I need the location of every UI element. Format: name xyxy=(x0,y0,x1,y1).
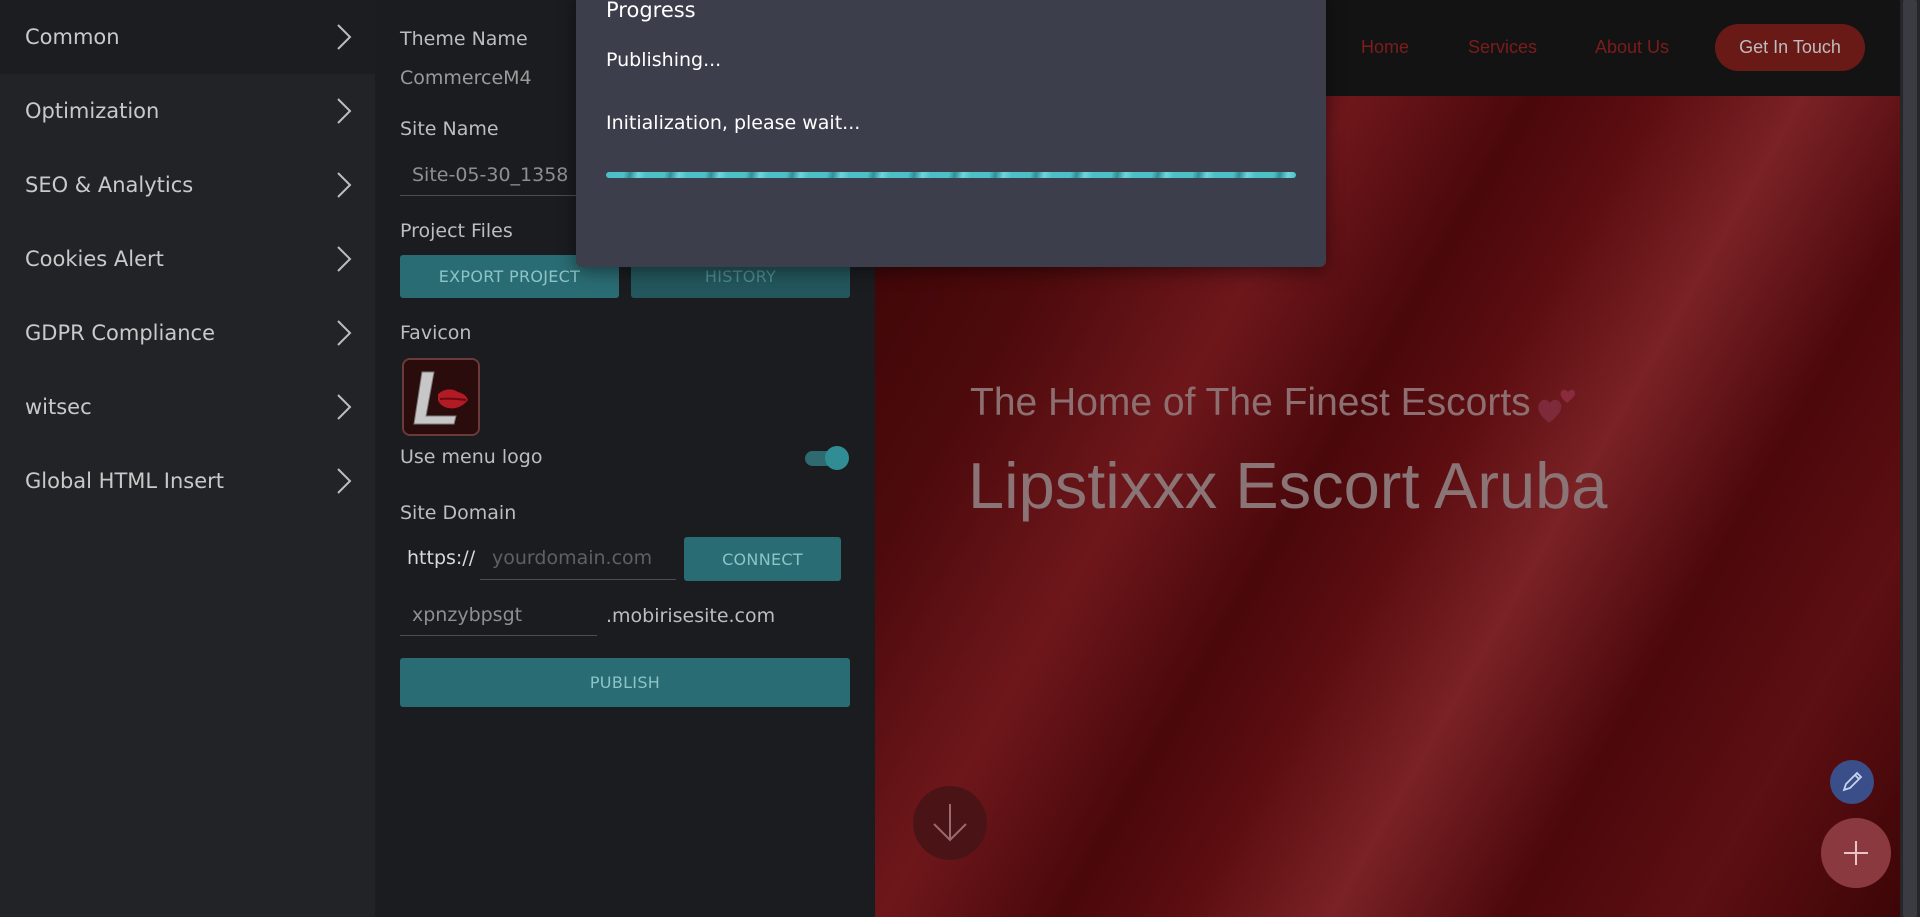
chevron-right-icon xyxy=(337,172,352,198)
add-block-button[interactable] xyxy=(1821,818,1891,888)
favicon-image[interactable] xyxy=(402,358,480,436)
scroll-down-button[interactable] xyxy=(913,786,987,860)
dialog-title: Progress xyxy=(606,0,696,22)
sidebar-item-witsec[interactable]: witsec xyxy=(0,370,375,444)
sidebar-item-seo-analytics[interactable]: SEO & Analytics xyxy=(0,148,375,222)
sidebar-item-gdpr-compliance[interactable]: GDPR Compliance xyxy=(0,296,375,370)
settings-sidebar: Common Optimization SEO & Analytics Cook… xyxy=(0,0,375,917)
nav-link-services[interactable]: Services xyxy=(1468,37,1537,58)
hearts-icon xyxy=(1537,389,1575,423)
lipstick-logo-icon xyxy=(404,360,478,434)
sidebar-item-label: Common xyxy=(25,25,120,49)
scrollbar-thumb[interactable] xyxy=(1903,0,1917,917)
hero-subtitle-text: The Home of The Finest Escorts xyxy=(970,381,1531,424)
use-menu-logo-toggle[interactable] xyxy=(805,446,849,470)
sidebar-item-label: Global HTML Insert xyxy=(25,469,225,493)
chevron-right-icon xyxy=(337,394,352,420)
status-message: Initialization, please wait... xyxy=(606,112,861,134)
site-name-input[interactable]: Site-05-30_1358 xyxy=(400,154,580,196)
hero-subtitle: The Home of The Finest Escorts xyxy=(970,381,1579,427)
pencil-icon xyxy=(1842,771,1863,792)
progress-bar-fill xyxy=(606,172,1296,178)
project-files-label: Project Files xyxy=(400,220,513,242)
use-menu-logo-label: Use menu logo xyxy=(400,446,543,468)
chevron-right-icon xyxy=(337,24,352,50)
theme-name-value: CommerceM4 xyxy=(400,67,532,89)
hero-title: Lipstixxx Escort Aruba xyxy=(968,449,1608,522)
progress-dialog: Progress Publishing... Initialization, p… xyxy=(576,0,1326,267)
get-in-touch-button[interactable]: Get In Touch xyxy=(1715,24,1865,71)
sidebar-item-global-html-insert[interactable]: Global HTML Insert xyxy=(0,444,375,518)
chevron-right-icon xyxy=(337,246,352,272)
subdomain-input[interactable]: xpnzybpsgt xyxy=(400,594,597,636)
sidebar-item-label: Optimization xyxy=(25,99,160,123)
domain-input[interactable]: yourdomain.com xyxy=(480,536,676,580)
sidebar-item-label: GDPR Compliance xyxy=(25,321,215,345)
arrow-down-icon xyxy=(933,804,967,842)
publish-button[interactable]: PUBLISH xyxy=(400,658,850,707)
publish-status: Publishing... xyxy=(606,49,722,71)
nav-link-about-us[interactable]: About Us xyxy=(1595,37,1669,58)
edit-pen-button[interactable] xyxy=(1830,760,1874,804)
chevron-right-icon xyxy=(337,98,352,124)
sidebar-item-common[interactable]: Common xyxy=(0,0,375,74)
site-domain-label: Site Domain xyxy=(400,502,517,524)
sidebar-item-label: SEO & Analytics xyxy=(25,173,194,197)
site-name-label: Site Name xyxy=(400,118,499,140)
toggle-knob xyxy=(825,446,849,470)
nav-link-home[interactable]: Home xyxy=(1361,37,1409,58)
chevron-right-icon xyxy=(337,468,352,494)
preview-scrollbar[interactable] xyxy=(1900,0,1920,917)
sidebar-item-optimization[interactable]: Optimization xyxy=(0,74,375,148)
sidebar-item-cookies-alert[interactable]: Cookies Alert xyxy=(0,222,375,296)
sidebar-item-label: Cookies Alert xyxy=(25,247,164,271)
subdomain-suffix: .mobirisesite.com xyxy=(606,605,776,627)
plus-icon xyxy=(1844,841,1868,865)
connect-button[interactable]: CONNECT xyxy=(684,537,841,581)
favicon-label: Favicon xyxy=(400,322,472,344)
sidebar-item-label: witsec xyxy=(25,395,92,419)
theme-name-label: Theme Name xyxy=(400,28,528,50)
protocol-prefix: https:// xyxy=(407,547,476,569)
chevron-right-icon xyxy=(337,320,352,346)
progress-bar xyxy=(606,172,1296,178)
